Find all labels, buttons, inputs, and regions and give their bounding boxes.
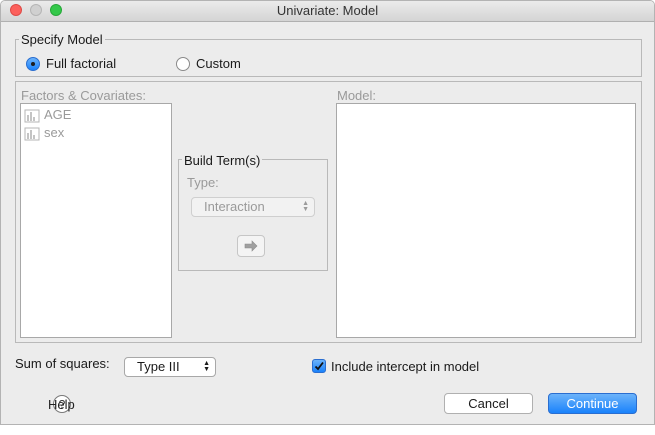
chevron-updown-icon: ▲ ▼ <box>203 360 210 373</box>
full-factorial-label[interactable]: Full factorial <box>46 56 116 71</box>
sum-of-squares-value: Type III <box>137 359 180 374</box>
checkmark-icon <box>314 361 324 371</box>
cancel-button[interactable]: Cancel <box>444 393 533 414</box>
sum-of-squares-select[interactable]: Type III ▲ ▼ <box>124 357 216 377</box>
include-intercept-label[interactable]: Include intercept in model <box>331 359 479 374</box>
term-type-select[interactable]: Interaction ▲ ▼ <box>191 197 315 217</box>
background-document <box>0 424 655 435</box>
help-button[interactable]: ? Help <box>48 394 80 414</box>
custom-radio[interactable] <box>176 57 190 71</box>
scale-variable-icon <box>24 109 40 123</box>
custom-label[interactable]: Custom <box>196 56 241 71</box>
scale-variable-icon <box>24 127 40 141</box>
factors-covariates-label: Factors & Covariates: <box>21 88 146 103</box>
variable-name: AGE <box>44 107 72 122</box>
list-item-sex[interactable]: sex <box>24 124 64 142</box>
variable-name: sex <box>44 125 65 140</box>
chevron-updown-icon: ▲ ▼ <box>302 200 309 213</box>
model-label: Model: <box>337 88 377 103</box>
list-item-age[interactable]: AGE <box>24 106 71 124</box>
type-label: Type: <box>187 175 219 190</box>
right-arrow-icon <box>244 240 258 252</box>
move-term-button[interactable] <box>237 235 265 257</box>
factors-covariates-list[interactable]: AGE sex <box>20 103 172 338</box>
univariate-model-dialog: Univariate: Model Specify Model Full fac… <box>0 0 655 425</box>
full-factorial-radio[interactable] <box>26 57 40 71</box>
continue-button[interactable]: Continue <box>548 393 637 414</box>
help-label: Help <box>48 397 75 412</box>
model-list[interactable] <box>336 103 636 338</box>
build-term-label: Build Term(s) <box>182 153 263 168</box>
window-title: Univariate: Model <box>276 3 379 18</box>
title-bar[interactable]: Univariate: Model <box>1 1 654 22</box>
specify-model-label: Specify Model <box>19 32 105 47</box>
include-intercept-checkbox[interactable] <box>312 359 326 373</box>
sum-of-squares-label: Sum of squares: <box>15 356 110 371</box>
term-type-value: Interaction <box>204 199 265 214</box>
